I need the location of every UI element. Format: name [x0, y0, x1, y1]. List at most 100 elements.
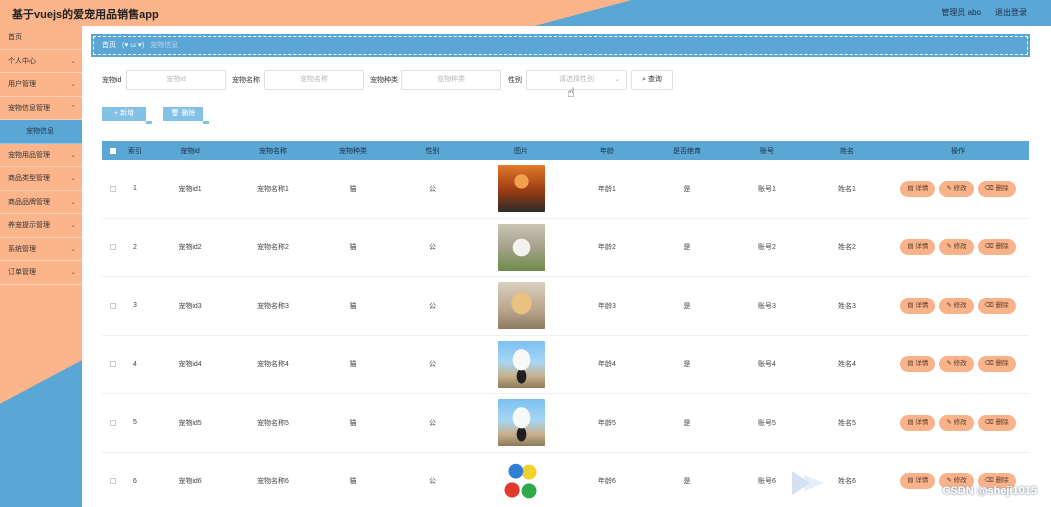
chevron-down-icon: ⌄ [70, 269, 76, 276]
pet-id-input[interactable]: 宠物id [126, 70, 226, 90]
sidebar-item-label: 订单管理 [8, 269, 36, 276]
pet-photo [497, 282, 545, 330]
cell-image [475, 336, 567, 394]
cell-neutered: 是 [683, 361, 691, 369]
sidebar-item-pet-supplies-management[interactable]: 宠物用品管理 ⌄ [0, 144, 82, 167]
table-row: 1 宠物id1 宠物名称1 猫 公 年龄1 是 账号1 姓名1 ▤ 详情 ✎ 修改 ⌫ 删除 [102, 160, 1029, 219]
delete-button[interactable]: ⌫ 删除 [977, 297, 1016, 314]
cell-name: 姓名2 [838, 244, 856, 252]
gender-select[interactable]: 请选择性别 ⌄ [526, 70, 627, 90]
cell-neutered: 是 [683, 302, 691, 310]
cell-ops: ▤ 详情 ✎ 修改 ⌫ 删除 [887, 336, 1029, 394]
trash-icon: ⌫ [984, 418, 994, 426]
cell-pet-id: 宠物id5 [178, 419, 202, 427]
row-checkbox[interactable] [106, 453, 120, 507]
cell-type: 猫 [349, 244, 357, 252]
table-row: 3 宠物id3 宠物名称3 猫 公 年龄3 是 账号3 姓名3 ▤ 详情 ✎ 修改 ⌫ 删除 [102, 277, 1029, 336]
delete-button[interactable]: ⌫ 删除 [977, 239, 1016, 256]
edit-button-label: 修改 [953, 301, 967, 309]
edit-button-label: 修改 [953, 243, 967, 251]
sidebar: 首页 个人中心 ⌄ 用户管理 ⌄ 宠物信息管理 ⌃ 宠物信息 宠物用品管理 ⌄ 商品类型… [0, 26, 82, 507]
col-header: 操作 [951, 147, 965, 155]
current-user: 管理员 abo [941, 8, 981, 17]
sidebar-item-order-management[interactable]: 订单管理 ⌄ [0, 261, 82, 285]
detail-button-label: 详情 [915, 477, 929, 485]
detail-button[interactable]: ▤ 详情 [900, 297, 936, 314]
cell-pet-id: 宠物id2 [178, 244, 202, 252]
query-button[interactable]: ⌕ 查询 [631, 70, 673, 90]
delete-button[interactable]: ⌫ 删除 [977, 356, 1016, 373]
document-icon: ▤ [907, 477, 914, 485]
sidebar-item-label: 宠物用品管理 [8, 151, 50, 159]
pet-name-label: 宠物名称 [232, 77, 260, 84]
cell-pet-name: 宠物名称5 [257, 419, 289, 427]
pet-photo [497, 223, 545, 271]
table-row: 5 宠物id5 宠物名称5 猫 公 年龄5 是 账号5 姓名5 ▤ 详情 ✎ 修改 ⌫ 删除 [102, 394, 1029, 453]
edit-button-label: 修改 [953, 477, 967, 485]
detail-button[interactable]: ▤ 详情 [900, 180, 936, 197]
col-header: 宠物id [180, 147, 200, 155]
cell-gender: 公 [429, 419, 436, 427]
row-checkbox[interactable] [106, 160, 120, 218]
gender-label: 性别 [508, 77, 522, 84]
detail-button-label: 详情 [915, 418, 929, 426]
delete-button-label: 删除 [995, 360, 1009, 368]
sidebar-item-system-management[interactable]: 系统管理 ⌄ [0, 238, 82, 261]
edit-button-label: 修改 [953, 184, 967, 192]
row-checkbox[interactable] [106, 277, 120, 335]
detail-button[interactable]: ▤ 详情 [900, 414, 936, 431]
sidebar-item-product-brand-management[interactable]: 商品品牌管理 ⌄ [0, 191, 82, 214]
cell-name: 姓名4 [838, 361, 856, 369]
cell-account: 账号2 [758, 244, 776, 252]
document-icon: ▤ [907, 360, 914, 368]
sidebar-item-label: 养宠提示管理 [8, 222, 50, 229]
cell-pet-id: 宠物id6 [178, 478, 202, 486]
detail-button-label: 详情 [915, 360, 929, 368]
sidebar-item-personal-center[interactable]: 个人中心 ⌄ [0, 50, 82, 73]
row-checkbox[interactable] [106, 336, 120, 394]
row-checkbox[interactable] [106, 394, 120, 452]
edit-button[interactable]: ✎ 修改 [939, 414, 974, 431]
sidebar-item-pet-info-management[interactable]: 宠物信息管理 ⌃ [0, 97, 82, 120]
sidebar-item-user-management[interactable]: 用户管理 ⌄ [0, 73, 82, 97]
delete-button[interactable]: ⌫ 删除 [977, 180, 1016, 197]
table-row: 4 宠物id4 宠物名称4 猫 公 年龄4 是 账号4 姓名4 ▤ 详情 ✎ 修改 ⌫ 删除 [102, 335, 1029, 394]
detail-button[interactable]: ▤ 详情 [900, 239, 936, 256]
select-all-checkbox[interactable] [106, 141, 120, 160]
sidebar-item-pet-tips-management[interactable]: 养宠提示管理 ⌄ [0, 214, 82, 238]
app-root: 基于vuejs的爱宠用品销售app 管理员 abo 退出登录 首页 个人中心 ⌄ … [0, 0, 1051, 507]
pet-name-input[interactable]: 宠物名称 [264, 70, 364, 90]
detail-button[interactable]: ▤ 详情 [900, 473, 936, 490]
search-icon: ⌕ [642, 76, 646, 83]
detail-button[interactable]: ▤ 详情 [900, 356, 936, 373]
cell-pet-name: 宠物名称4 [257, 361, 289, 369]
col-header: 图片 [514, 147, 528, 155]
cell-age: 年龄1 [598, 185, 616, 193]
delete-button-label: 删除 [995, 418, 1009, 426]
breadcrumb-home[interactable]: 首页 [102, 42, 116, 49]
document-icon: ▤ [907, 243, 914, 251]
mouse-cursor-icon: ☝ [567, 85, 575, 100]
sidebar-item-product-type-management[interactable]: 商品类型管理 ⌄ [0, 167, 82, 191]
cell-account: 账号3 [758, 302, 776, 310]
logout-link[interactable]: 退出登录 [995, 7, 1027, 18]
sidebar-item-home[interactable]: 首页 [0, 26, 82, 50]
edit-button[interactable]: ✎ 修改 [939, 297, 974, 314]
pet-type-input[interactable]: 宠物种类 [401, 70, 501, 90]
delete-button[interactable]: ⌫ 删除 [977, 414, 1016, 431]
add-button[interactable]: + 新增 [102, 107, 152, 124]
document-icon: ▤ [907, 418, 914, 426]
table-row: 6 宠物id6 宠物名称6 猫公年龄6 是账号6 姓名6 ▤ 详情 ✎ 修改 ⌫ 删除 [102, 452, 1029, 507]
document-icon: ▤ [907, 301, 914, 309]
sidebar-item-pet-info[interactable]: 宠物信息 [0, 120, 82, 144]
cell-age: 年龄4 [598, 361, 616, 369]
edit-button[interactable]: ✎ 修改 [939, 239, 974, 256]
row-checkbox[interactable] [106, 219, 120, 277]
cell-ops: ▤ 详情 ✎ 修改 ⌫ 删除 [887, 453, 1029, 507]
cell-pet-name: 宠物名称2 [257, 244, 289, 252]
batch-delete-button[interactable]: 🗑 删除 [163, 107, 209, 124]
edit-button[interactable]: ✎ 修改 [939, 356, 974, 373]
breadcrumb-current: 宠物信息 [150, 42, 179, 49]
edit-button[interactable]: ✎ 修改 [939, 180, 974, 197]
cell-index: 4 [133, 360, 137, 368]
